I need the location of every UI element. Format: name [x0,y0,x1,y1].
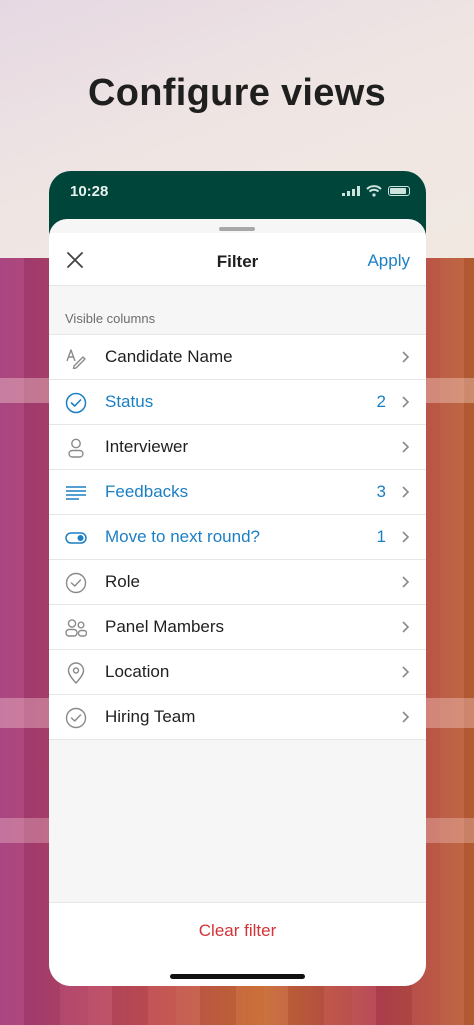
column-row[interactable]: Candidate Name [49,335,426,380]
toggle-icon [65,532,87,544]
multiline-text-icon [66,486,86,500]
check-circle-icon [65,392,87,414]
phone-frame: 10:28 Filter Apply Visible columns Candi… [49,171,426,986]
filter-count: 3 [376,482,386,501]
chevron-right-icon [402,576,410,588]
column-row[interactable]: Status 2 [49,380,426,425]
column-label: Feedbacks [105,482,189,501]
apply-button[interactable]: Apply [367,251,410,271]
chevron-right-icon [402,666,410,678]
home-indicator[interactable] [170,974,305,979]
column-row[interactable]: Role [49,560,426,605]
column-label: Panel Mambers [105,617,225,636]
check-circle-icon [65,707,87,729]
column-row[interactable]: Interviewer [49,425,426,470]
column-label: Role [105,572,140,591]
column-label: Move to next round? [105,527,260,546]
chevron-right-icon [402,531,410,543]
column-row[interactable]: Feedbacks 3 [49,470,426,515]
people-icon [65,619,87,637]
filter-count: 2 [376,392,386,411]
chevron-right-icon [402,486,410,498]
column-label: Interviewer [105,437,189,456]
filter-sheet: Filter Apply Visible columns Candidate N… [49,219,426,986]
column-row[interactable]: Hiring Team [49,695,426,740]
sheet-header: Filter Apply [49,233,426,286]
status-time: 10:28 [70,183,109,200]
sheet-footer: Clear filter [49,902,426,986]
wifi-icon [366,185,382,197]
column-label: Hiring Team [105,707,196,726]
column-row[interactable]: Location [49,650,426,695]
headline: Configure views [88,72,386,114]
status-icons [342,185,410,197]
chevron-right-icon [402,441,410,453]
column-label: Location [105,662,170,681]
column-row[interactable]: Panel Mambers [49,605,426,650]
battery-icon [388,186,410,196]
column-label: Status [105,392,154,411]
column-row[interactable]: Move to next round? 1 [49,515,426,560]
filter-count: 1 [376,527,386,546]
chevron-right-icon [402,621,410,633]
location-pin-icon [67,662,85,684]
chevron-right-icon [402,711,410,723]
chevron-right-icon [402,351,410,363]
person-icon [68,438,84,458]
section-label: Visible columns [65,311,156,326]
text-field-icon [66,349,86,369]
check-circle-icon [65,572,87,594]
status-bar: 10:28 [49,171,426,219]
clear-filter-button[interactable]: Clear filter [49,921,426,941]
column-list: Candidate Name Status 2 Interviewer Feed… [49,334,426,740]
column-label: Candidate Name [105,347,233,366]
chevron-right-icon [402,396,410,408]
sheet-grabber[interactable] [219,227,255,231]
cellular-signal-icon [342,186,360,196]
